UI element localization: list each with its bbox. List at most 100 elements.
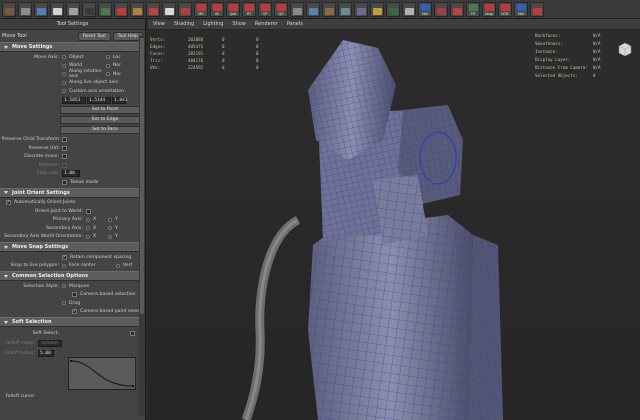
radio-icon[interactable] (86, 234, 90, 239)
axis-live-object-option[interactable]: Along live object axis (62, 80, 118, 85)
cube-shelf-button[interactable] (34, 1, 48, 17)
discrete-move-checkbox[interactable] (62, 154, 67, 160)
axis-normal-option[interactable]: Nor (106, 63, 121, 68)
ute-script-shelf-button[interactable]: UTE (498, 1, 512, 17)
radio-icon[interactable] (62, 80, 66, 85)
move-tool-shelf-button[interactable] (2, 1, 16, 17)
extrude-shelf-button[interactable] (338, 1, 352, 17)
hist2-button-shelf-button[interactable]: Hist (514, 1, 528, 17)
radio-selected-icon[interactable] (62, 284, 66, 289)
set-to-face-button[interactable]: Set to Face (60, 125, 145, 134)
secondary-axis-x-option[interactable]: X (86, 226, 108, 231)
move-settings-header[interactable]: Move Settings (0, 42, 145, 52)
vertex-option[interactable]: Vert (116, 263, 132, 268)
axis-world-option[interactable]: World (62, 63, 106, 68)
set-to-edge-button[interactable]: Set to Edge (60, 115, 145, 124)
rt-script-shelf-button[interactable]: RT (242, 1, 256, 17)
step-size-field[interactable]: 1.00 (62, 170, 80, 178)
auto-orient-checkbox[interactable]: ✓ (6, 200, 11, 206)
axis-normal-average-option[interactable]: Nor (106, 72, 121, 77)
viewport-menu-renderer[interactable]: Renderer (255, 21, 278, 27)
radio-icon[interactable] (86, 226, 90, 231)
viewport-3d[interactable]: Verts: 203888 0 0 Edges: 405475 0 0 Faces: 202191… (148, 30, 640, 420)
radio-selected-icon[interactable] (108, 226, 112, 231)
grid-shelf-button[interactable] (18, 1, 32, 17)
soft-selection-header[interactable]: Soft Selection (0, 317, 145, 327)
axis-custom-option[interactable]: Custom axis orientation (62, 89, 124, 94)
set-to-point-button[interactable]: Set to Point (60, 105, 145, 114)
radio-icon[interactable] (62, 72, 66, 77)
primary-axis-x-option[interactable]: X (86, 217, 108, 222)
bridge-shelf-button[interactable] (370, 1, 384, 17)
tweak-mode-checkbox[interactable] (62, 179, 67, 185)
reference-shelf-button[interactable] (146, 1, 160, 17)
unsp-script-shelf-button[interactable]: Unsp (482, 1, 496, 17)
joint-orient-header[interactable]: Joint Orient Settings (0, 187, 145, 198)
cp-script-shelf-button[interactable]: CP (258, 1, 272, 17)
radio-icon[interactable] (106, 55, 110, 60)
falloff-radius-field[interactable]: 5.00 (38, 349, 54, 357)
world-orient-x-option[interactable]: X (86, 234, 108, 239)
radio-icon[interactable] (116, 263, 120, 268)
split-shelf-button[interactable] (386, 1, 400, 17)
panel-scrollbar[interactable] (139, 36, 145, 416)
qs-script-shelf-button[interactable]: QS (274, 1, 288, 17)
radio-icon[interactable] (108, 217, 112, 222)
viewport-menu-show[interactable]: Show (232, 21, 246, 27)
delete-history-shelf-button[interactable] (530, 1, 544, 17)
bevel-shelf-button[interactable] (306, 1, 320, 17)
orient-world-checkbox[interactable] (86, 208, 91, 214)
viewport-menu-shading[interactable]: Shading (174, 21, 194, 27)
mesh-view[interactable] (148, 30, 640, 420)
reset-tool-button[interactable]: Reset Tool (77, 31, 111, 41)
face-center-option[interactable]: Face center (62, 263, 116, 268)
camera-paint-checkbox[interactable]: ✓ (72, 309, 77, 315)
shade-shelf-button[interactable] (66, 1, 80, 17)
scrollbar-thumb[interactable] (140, 38, 144, 314)
ms-script-shelf-button[interactable]: MS (194, 1, 208, 17)
hist-button-shelf-button[interactable]: Hist (418, 1, 432, 17)
ring-shelf-button[interactable] (322, 1, 336, 17)
preserve-child-checkbox[interactable] (62, 137, 67, 143)
custom-axis-z-field[interactable]: 1.841 (112, 97, 128, 104)
falloff-mode-dropdown[interactable]: Volume (38, 339, 62, 347)
falloff-curve-graph[interactable] (68, 357, 136, 390)
camera-shelf-button[interactable] (130, 1, 144, 17)
plane-shelf-button[interactable] (162, 1, 176, 17)
radio-icon[interactable] (62, 263, 66, 268)
cut-shelf-button[interactable] (434, 1, 448, 17)
axis-local-option[interactable]: Loc (106, 55, 121, 60)
camera-selection-checkbox[interactable] (72, 292, 77, 298)
move-snap-header[interactable]: Move Snap Settings (0, 242, 145, 252)
texture-shelf-button[interactable] (82, 1, 96, 17)
drag-option[interactable]: Drag (62, 301, 80, 306)
edge-shelf-button[interactable] (290, 1, 304, 17)
all-script-shelf-button[interactable]: All (210, 1, 224, 17)
retain-spacing-checkbox[interactable]: ✓ (62, 254, 67, 260)
radio-icon[interactable] (62, 55, 66, 60)
custom-axis-x-field[interactable]: 1.5853 (62, 97, 86, 104)
soft-select-checkbox[interactable] (130, 330, 135, 336)
uv-shelf-button[interactable] (450, 1, 464, 17)
viewport-menu-view[interactable]: View (153, 21, 165, 27)
sphere-shelf-button[interactable] (114, 1, 128, 17)
viewport-menu-panels[interactable]: Panels (287, 21, 303, 27)
radio-selected-icon[interactable] (108, 234, 112, 239)
fr-script-shelf-button[interactable]: FR (466, 1, 480, 17)
radio-icon[interactable] (106, 72, 110, 77)
custom-axis-y-field[interactable]: 1.5144 (87, 97, 111, 104)
radio-icon[interactable] (62, 301, 66, 306)
world-orient-y-option[interactable]: Y (108, 234, 118, 239)
radio-selected-icon[interactable] (86, 217, 90, 222)
loop-shelf-button[interactable] (354, 1, 368, 17)
secondary-axis-y-option[interactable]: Y (108, 226, 118, 231)
quit-script-shelf-button[interactable]: Quit (226, 1, 240, 17)
radio-icon[interactable] (62, 63, 66, 68)
radio-icon[interactable] (106, 63, 110, 68)
axis-object-option[interactable]: Object (62, 55, 106, 60)
radio-selected-icon[interactable] (62, 89, 66, 94)
merge-shelf-button[interactable] (402, 1, 416, 17)
swirl-shelf-button[interactable] (178, 1, 192, 17)
wireframe-shelf-button[interactable] (50, 1, 64, 17)
view-cube-icon[interactable] (617, 42, 632, 57)
